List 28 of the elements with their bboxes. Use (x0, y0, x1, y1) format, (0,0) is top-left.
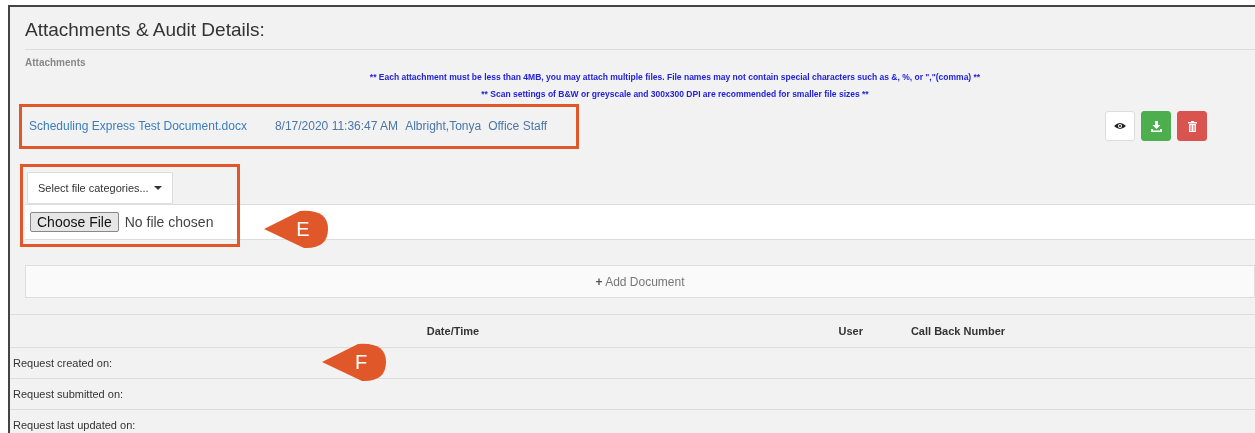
file-user: Albright,Tonya (405, 119, 482, 133)
file-datetime: 8/17/2020 11:36:47 AM (274, 119, 399, 133)
delete-button[interactable] (1177, 111, 1207, 141)
file-role: Office Staff (488, 119, 548, 133)
column-header: User (837, 325, 863, 337)
column-header: Call Back Number (909, 325, 1007, 337)
eye-icon (1114, 122, 1126, 130)
callout-marker: F (320, 342, 388, 382)
section-title: Attachments & Audit Details: (25, 18, 266, 42)
section-heading: Attachments (25, 56, 87, 70)
choose-file-button[interactable]: Choose File (30, 212, 119, 232)
file-link[interactable]: Scheduling Express Test Document.docx (29, 119, 247, 133)
column-header: Date/Time (425, 325, 481, 337)
row-label: Request submitted on: (12, 388, 125, 400)
add-document-button[interactable]: + Add Document (25, 265, 1255, 298)
trash-icon (1187, 120, 1197, 132)
notice-text: ** Scan settings of B&W or greyscale and 300x300 DPI are recommended for smaller file sizes ** (481, 89, 869, 99)
category-dropdown[interactable]: Select file categories... (27, 172, 173, 204)
download-button[interactable] (1141, 111, 1171, 141)
row-label: Request last updated on: (12, 419, 137, 431)
view-button[interactable] (1105, 111, 1135, 141)
download-icon (1150, 120, 1162, 132)
file-status: No file chosen (124, 214, 214, 230)
plus-icon: + (595, 274, 603, 289)
caret-icon (153, 186, 162, 190)
notice-text: ** Each attachment must be less than 4MB, you may attach multiple files. File names may not contain special characters such as &, %, or ","(comma) ** (369, 72, 981, 82)
row-label: Request created on: (12, 357, 114, 369)
callout-marker: E (262, 209, 330, 249)
